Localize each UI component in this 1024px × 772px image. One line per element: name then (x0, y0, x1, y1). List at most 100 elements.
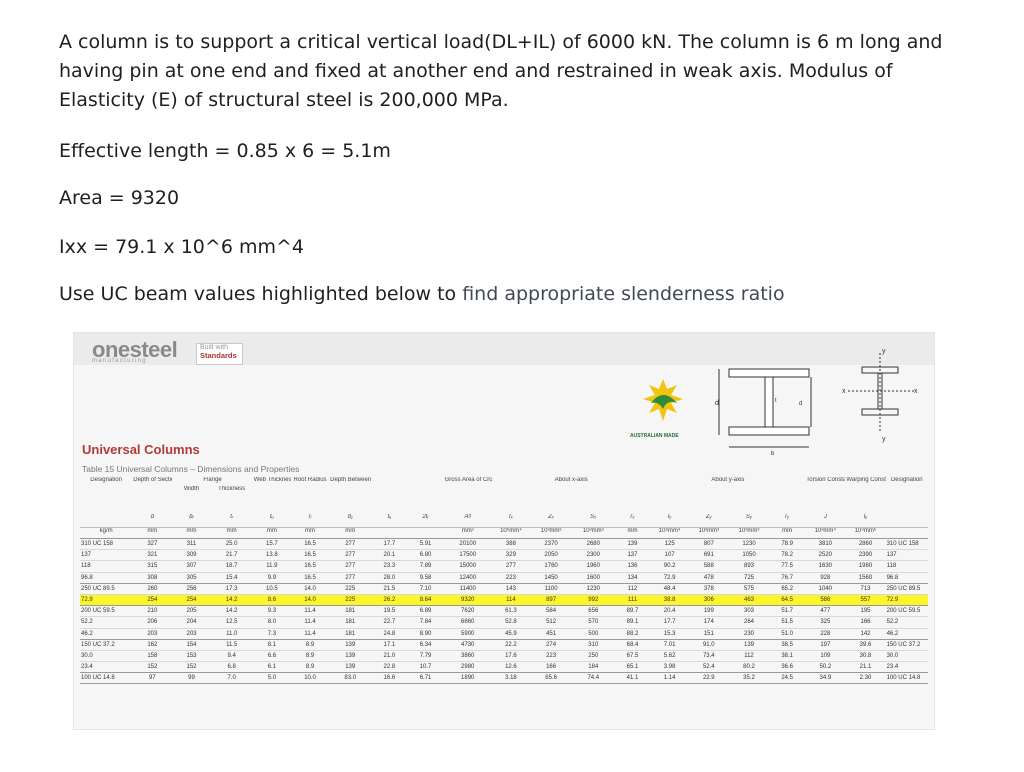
table-cell: 586 (805, 594, 846, 607)
table-cell: 89.7 (614, 605, 651, 618)
table-cell: 151 (688, 628, 729, 640)
table-cell: 39.6 (845, 639, 886, 651)
symbol-cell: Sᵧ (728, 514, 770, 528)
unit-cell (407, 527, 444, 539)
unit-cell (885, 527, 928, 539)
table-cell: 199 (688, 605, 729, 618)
unit-cell: mm (769, 527, 806, 539)
table-cell: 24.5 (769, 672, 806, 685)
table-cell: 250 UC 89.5 (885, 583, 928, 595)
table-row: 118 315 307 18.7 11.9 16.5 277 23.3 7.89 15000 277… (80, 560, 928, 573)
table-cell: 11.5 (210, 639, 253, 651)
symbol-cell: Zᵧ (688, 514, 729, 528)
table-cell: 200 UC 59.5 (885, 605, 928, 618)
table-row: 200 UC 59.5 210 205 14.2 9.3 11.4 181 19.5 6.89 7… (80, 605, 928, 618)
table-cell: 463 (728, 594, 770, 607)
unit-cell: kg/m (80, 527, 133, 539)
table-cell: 1760 (530, 560, 573, 573)
table-cell: 100 UC 14.8 (80, 672, 133, 685)
table-cell: 150 UC 37.2 (80, 639, 133, 651)
table-cell: 38.1 (769, 650, 806, 663)
table-cell: 5.91 (407, 538, 444, 551)
table-cell: 1230 (728, 538, 770, 551)
svg-text:t: t (775, 398, 777, 404)
table-cell: 260 (132, 583, 173, 595)
table-cell: 64.5 (769, 594, 806, 607)
table-cell: 137 (885, 549, 928, 562)
table-row: 30.0 158 153 9.4 6.6 8.9 139 21.0 7.79 3860 17.6 22… (80, 650, 928, 663)
table-cell: 1.14 (650, 672, 689, 685)
table-subtitle: Table 15 Universal Columns – Dimensions … (82, 464, 300, 474)
table-cell: 24.8 (371, 628, 408, 640)
table-cell: 1230 (572, 583, 615, 595)
unit-cell: mm (132, 527, 173, 539)
table-cell: 6.71 (407, 672, 444, 685)
australian-made-logo-icon (637, 373, 689, 433)
table-cell: 77.5 (769, 560, 806, 573)
table-cell: 158 (132, 650, 173, 663)
hdr-thickness: Thickness (218, 486, 246, 492)
table-cell: 992 (572, 594, 615, 607)
table-cell: 2050 (530, 549, 573, 562)
table-cell: 17.3 (210, 583, 253, 595)
symbol-cell: bᵣ (172, 514, 211, 528)
table-cell: 154 (172, 639, 211, 651)
table-cell: 153 (172, 650, 211, 663)
table-cell: 137 (80, 549, 133, 562)
table-cell: 38.5 (769, 639, 806, 651)
table-cell: 13.8 (252, 549, 291, 562)
table-cell: 21.0 (371, 650, 408, 663)
table-cell: 67.5 (614, 650, 651, 663)
table-cell: 5.0 (252, 672, 291, 685)
table-cell: 306 (688, 594, 729, 607)
table-cell: 152 (132, 661, 173, 674)
hdr-warping: Warping Constant (846, 477, 885, 483)
symbol-cell: Sₓ (572, 514, 615, 528)
table-cell: 21.1 (845, 661, 886, 674)
table-cell: 8.9 (290, 661, 330, 674)
table-cell: 7.01 (650, 639, 689, 651)
table-cell: 308 (132, 572, 173, 584)
table-cell: 15.7 (252, 538, 291, 551)
table-cell: 195 (845, 605, 886, 618)
unit-cell: mm (172, 527, 211, 539)
table-cell: 166 (530, 661, 573, 674)
table-cell: 6.1 (252, 661, 291, 674)
table-cell: 35.2 (728, 672, 770, 685)
symbol-cell: tᵤ (371, 514, 408, 528)
table-cell: 225 (329, 583, 372, 595)
table-cell: 8.90 (407, 628, 444, 640)
table-cell: 691 (688, 549, 729, 562)
steel-table-sheet: onesteel manufacturing Built with Standa… (73, 332, 935, 730)
table-cell: 656 (572, 605, 615, 618)
table-cell: 1600 (572, 572, 615, 584)
table-cell: 23.4 (885, 661, 928, 674)
unit-cell: 10⁶mm⁴ (491, 527, 531, 539)
table-cell: 7620 (443, 605, 492, 618)
hdr-x-axis: About x-axis (554, 477, 588, 483)
symbol-cell: Iᵧ (650, 514, 689, 528)
table-cell: 223 (530, 650, 573, 663)
table-row: 137 321 309 21.7 13.8 16.5 277 20.1 6.80 17500 329… (80, 549, 928, 562)
table-cell: 6.8 (210, 661, 253, 674)
table-cell: 78.9 (769, 538, 806, 551)
table-cell: 225 (329, 594, 372, 607)
table-cell: 162 (132, 639, 173, 651)
table-cell: 477 (805, 605, 846, 618)
table-cell: 18.7 (210, 560, 253, 573)
table-cell: 65.1 (614, 661, 651, 674)
table-cell: 73.4 (688, 650, 729, 663)
table-cell: 2520 (805, 549, 846, 562)
table-cell: 14.2 (210, 605, 253, 618)
table-cell: 277 (329, 572, 372, 584)
table-cell: 36.6 (769, 661, 806, 674)
symbol-cell: J (805, 514, 846, 528)
table-cell: 329 (491, 549, 531, 562)
unit-cell: 10⁶mm⁴ (650, 527, 689, 539)
table-cell: 10.0 (290, 672, 330, 685)
table-cell: 570 (572, 616, 615, 629)
table-cell: 91.0 (688, 639, 729, 651)
symbol-cell: tᵤ (252, 514, 291, 528)
table-cell: 125 (650, 538, 689, 551)
table-cell: 99 (172, 672, 211, 685)
